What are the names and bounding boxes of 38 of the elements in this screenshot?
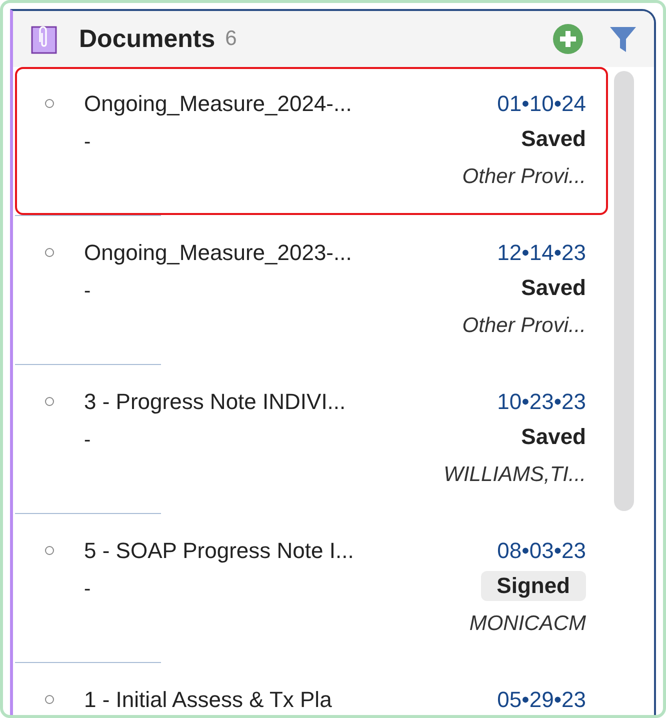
scrollbar-thumb[interactable] — [614, 71, 634, 511]
document-row[interactable]: 5 - SOAP Progress Note I... - 08•03•23 Signed MONICACM — [15, 514, 608, 662]
document-row[interactable]: Ongoing_Measure_2024-... - 01•10•24 Saved Other Provi... — [15, 67, 608, 215]
document-date: 12•14•23 — [497, 240, 586, 266]
document-row[interactable]: Ongoing_Measure_2023-... - 12•14•23 Saved Other Provi... — [15, 216, 608, 364]
document-subtitle: - — [84, 429, 92, 452]
bullet-icon — [45, 99, 54, 108]
document-row[interactable]: 1 - Initial Assess & Tx Pla 05•29•23 — [15, 663, 608, 715]
paperclip-icon — [31, 24, 57, 54]
document-title: 3 - Progress Note INDIVI... — [84, 389, 347, 415]
document-subtitle: - — [84, 280, 92, 303]
document-count: 6 — [225, 27, 237, 51]
document-row[interactable]: 3 - Progress Note INDIVI... - 10•23•23 Saved WILLIAMS,TI... — [15, 365, 608, 513]
panel-title: Documents — [79, 24, 216, 54]
add-icon[interactable] — [552, 23, 584, 55]
document-title: 5 - SOAP Progress Note I... — [84, 538, 355, 564]
document-status: Saved — [521, 423, 586, 451]
document-status: Saved — [521, 274, 586, 302]
bullet-icon — [45, 695, 54, 704]
document-title: Ongoing_Measure_2023-... — [84, 240, 353, 266]
document-status: Saved — [521, 125, 586, 153]
document-subtitle: - — [84, 131, 92, 154]
document-author: Other Provi... — [462, 314, 586, 338]
filter-icon[interactable] — [608, 24, 638, 54]
bullet-icon — [45, 248, 54, 257]
document-subtitle: - — [84, 578, 92, 601]
bullet-icon — [45, 397, 54, 406]
document-date: 10•23•23 — [497, 389, 586, 415]
document-status: Signed — [480, 571, 586, 601]
document-author: WILLIAMS,TI... — [444, 463, 586, 487]
document-title: Ongoing_Measure_2024-... — [84, 91, 353, 117]
bullet-icon — [45, 546, 54, 555]
document-author: MONICACM — [469, 612, 586, 636]
document-date: 01•10•24 — [497, 91, 586, 117]
document-date: 05•29•23 — [497, 687, 586, 713]
document-title: 1 - Initial Assess & Tx Pla — [84, 687, 333, 713]
document-author: Other Provi... — [462, 165, 586, 189]
document-date: 08•03•23 — [497, 538, 586, 564]
